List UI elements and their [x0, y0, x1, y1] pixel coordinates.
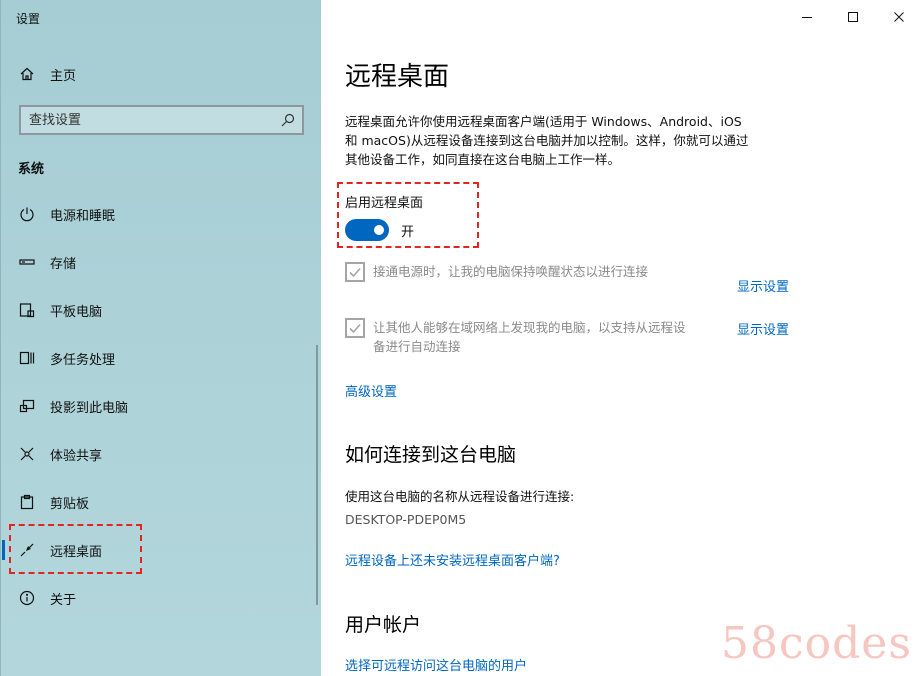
sidebar: 设置 主页 系统 电源和睡眠 存储 — [0, 0, 321, 676]
connect-section-title: 如何连接到这台电脑 — [345, 444, 517, 466]
description-line: 远程桌面允许你使用远程桌面客户端(适用于 Windows、Android、iOS — [345, 114, 742, 129]
sidebar-item-label: 体验共享 — [50, 448, 103, 464]
clipboard-icon — [18, 493, 36, 511]
sidebar-scrollbar[interactable] — [316, 345, 318, 605]
sidebar-item-storage[interactable]: 存储 — [1, 242, 322, 282]
pc-name: DESKTOP-PDEP0M5 — [345, 512, 467, 527]
sidebar-item-label: 多任务处理 — [50, 352, 116, 368]
sidebar-item-label: 关于 — [50, 592, 77, 608]
maximize-icon — [848, 12, 858, 22]
select-users-link[interactable]: 选择可远程访问这台电脑的用户 — [345, 655, 527, 674]
sidebar-item-shared-experiences[interactable]: 体验共享 — [1, 434, 322, 474]
watermark: 58codes — [721, 618, 912, 669]
advanced-settings-link[interactable]: 高级设置 — [345, 381, 397, 400]
sidebar-item-power-sleep[interactable]: 电源和睡眠 — [1, 194, 322, 234]
connect-instructions: 使用这台电脑的名称从远程设备进行连接: — [345, 489, 575, 504]
storage-icon — [18, 253, 36, 271]
search-input[interactable] — [21, 107, 271, 133]
power-icon — [18, 205, 36, 223]
sidebar-item-label: 主页 — [50, 68, 77, 84]
sidebar-item-projecting[interactable]: 投影到此电脑 — [1, 386, 322, 426]
minimize-button[interactable] — [784, 0, 830, 34]
search-box — [19, 105, 304, 135]
option-text-line: 备进行自动连接 — [373, 339, 461, 354]
accounts-section-title: 用户帐户 — [345, 614, 422, 636]
info-icon — [18, 589, 36, 607]
show-settings-link-1[interactable]: 显示设置 — [737, 276, 789, 295]
sidebar-item-label: 平板电脑 — [50, 304, 103, 320]
sidebar-item-multitasking[interactable]: 多任务处理 — [1, 338, 322, 378]
section-title: 系统 — [18, 162, 45, 177]
option-text: 让其他人能够在域网络上发现我的电脑，以支持从远程设 备进行自动连接 — [373, 318, 686, 356]
sidebar-item-tablet[interactable]: 平板电脑 — [1, 290, 322, 330]
client-not-installed-link[interactable]: 远程设备上还未安装远程桌面客户端? — [345, 550, 560, 569]
checkmark-icon — [349, 267, 361, 278]
maximize-button[interactable] — [830, 0, 876, 34]
description-line: 其他设备工作，如同直接在这台电脑上工作一样。 — [345, 152, 621, 167]
sidebar-item-label: 存储 — [50, 256, 77, 272]
window-title: 设置 — [16, 12, 41, 26]
discoverable-checkbox[interactable] — [345, 318, 365, 338]
checkmark-icon — [349, 323, 361, 334]
option-text-line: 让其他人能够在域网络上发现我的电脑，以支持从远程设 — [373, 320, 686, 335]
close-icon — [894, 12, 904, 22]
home-icon — [18, 65, 36, 83]
description: 远程桌面允许你使用远程桌面客户端(适用于 Windows、Android、iOS… — [345, 112, 805, 169]
sidebar-item-label: 剪贴板 — [50, 496, 90, 512]
option-text: 接通电源时，让我的电脑保持唤醒状态以进行连接 — [373, 264, 649, 279]
keep-awake-checkbox[interactable] — [345, 262, 365, 282]
shared-experiences-icon — [18, 445, 36, 463]
main-content: 远程桌面 远程桌面允许你使用远程桌面客户端(适用于 Windows、Androi… — [321, 0, 922, 676]
highlight-box-sidebar — [9, 524, 142, 574]
sidebar-item-label: 投影到此电脑 — [50, 400, 129, 416]
sidebar-item-clipboard[interactable]: 剪贴板 — [1, 482, 322, 522]
description-line: 和 macOS)从远程设备连接到这台电脑并加以控制。这样，你就可以通过 — [345, 133, 749, 148]
show-settings-link-2[interactable]: 显示设置 — [737, 319, 789, 338]
multitasking-icon — [18, 349, 36, 367]
page-title: 远程桌面 — [345, 62, 450, 92]
highlight-box-toggle — [337, 182, 479, 248]
sidebar-item-home[interactable]: 主页 — [1, 54, 322, 94]
sidebar-item-label: 电源和睡眠 — [50, 208, 116, 224]
tablet-icon — [18, 301, 36, 319]
close-button[interactable] — [876, 0, 922, 34]
minimize-icon — [802, 17, 812, 18]
sidebar-item-about[interactable]: 关于 — [1, 578, 322, 618]
projecting-icon — [18, 397, 36, 415]
search-icon[interactable] — [280, 112, 296, 128]
